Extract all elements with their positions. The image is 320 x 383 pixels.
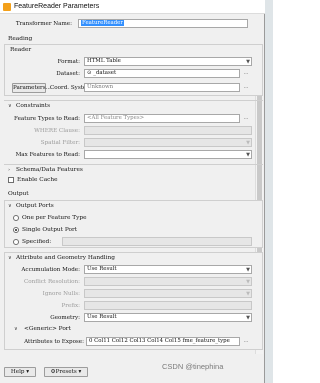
feature-types-value: <All Feature Types> <box>87 115 145 121</box>
coord-system-value: Unknown <box>87 84 114 90</box>
constraints-header: Constraints <box>16 103 51 109</box>
watermark: CSDN @tinephina <box>162 362 224 371</box>
window-title: FeatureReader Parameters <box>14 3 100 10</box>
transformer-name-label: Transformer Name: <box>15 21 72 27</box>
geometry-value: Use Result <box>87 314 117 320</box>
chevron-down-icon: ▼ <box>246 291 250 297</box>
where-clause-label: WHERE Clause: <box>34 128 80 134</box>
chevron-down-icon: ▼ <box>246 315 250 321</box>
radio-label: One per Feature Type <box>22 215 87 221</box>
ignore-nulls-select: ▼ <box>84 289 252 298</box>
format-select[interactable]: HTML Table ▼ <box>84 57 252 66</box>
output-ports-header: Output Ports <box>16 203 54 209</box>
chevron-down-icon: ▾ <box>26 369 30 375</box>
dataset-field[interactable]: ⊙ _dataset <box>84 69 240 78</box>
radio-label: Specified: <box>22 239 52 245</box>
coord-system-field[interactable]: Unknown <box>84 83 240 92</box>
chevron-down-icon: ▼ <box>246 140 250 146</box>
spatial-filter-select: ▼ <box>84 138 252 147</box>
radio-specified[interactable] <box>13 239 19 245</box>
ignore-nulls-label: Ignore Nulls: <box>42 291 80 297</box>
transformer-name-field[interactable]: FeatureReader <box>78 19 248 28</box>
geometry-select[interactable]: Use Result ▼ <box>84 313 252 322</box>
chevron-down-icon: ▼ <box>246 59 250 65</box>
enable-cache-checkbox[interactable] <box>8 177 14 183</box>
dataset-label: Dataset: <box>56 71 80 77</box>
conflict-resolution-label: Conflict Resolution: <box>24 279 80 285</box>
output-section-title: Output <box>8 191 29 197</box>
chevron-down-icon[interactable]: ∨ <box>8 202 12 210</box>
feature-types-browse-button[interactable]: … <box>243 114 249 123</box>
help-button[interactable]: Help ▾ <box>4 367 36 377</box>
max-features-select[interactable]: ▼ <box>84 150 252 159</box>
reader-header: Reader <box>10 47 32 53</box>
dialog: FeatureReader Parameters Transformer Nam… <box>0 0 265 383</box>
prefix-label: Prefix: <box>61 303 80 309</box>
feature-types-field[interactable]: <All Feature Types> <box>84 114 240 123</box>
format-label: Format: <box>57 59 80 65</box>
generic-port-header: <Generic> Port <box>24 326 71 332</box>
accumulation-mode-value: Use Result <box>87 266 117 272</box>
max-features-label: Max Features to Read: <box>15 152 80 158</box>
radio-label: Single Output Port <box>22 227 78 233</box>
attributes-to-expose-value: 0 Col11 Col12 Col13 Col14 Col15 fme_feat… <box>89 338 230 344</box>
chevron-down-icon[interactable]: ∨ <box>8 254 12 262</box>
spatial-filter-label: Spatial Filter: <box>40 140 80 146</box>
format-value: HTML Table <box>87 58 121 64</box>
accumulation-mode-select[interactable]: Use Result ▼ <box>84 265 252 274</box>
schema-header: Schema/Data Features <box>16 167 83 173</box>
radio-single-output-port[interactable] <box>13 227 19 233</box>
chevron-down-icon: ▾ <box>78 369 82 375</box>
chevron-down-icon: ▼ <box>246 267 250 273</box>
attributes-browse-button[interactable]: … <box>243 337 249 346</box>
coord-system-label: Coord. System: <box>50 85 94 91</box>
prefix-field <box>84 301 252 310</box>
dataset-value: _dataset <box>93 70 117 76</box>
chevron-down-icon: ▼ <box>246 279 250 285</box>
conflict-resolution-select: ▼ <box>84 277 252 286</box>
attribute-geometry-header: Attribute and Geometry Handling <box>16 255 115 261</box>
parameters-button[interactable]: Parameters... <box>12 83 51 93</box>
attribute-value-icon: ⊙ <box>87 70 92 76</box>
dataset-browse-button[interactable]: … <box>243 69 249 78</box>
transformer-name-value: FeatureReader <box>81 20 124 26</box>
chevron-down-icon: ▼ <box>246 152 250 158</box>
geometry-label: Geometry: <box>50 315 80 321</box>
accumulation-mode-label: Accumulation Mode: <box>21 267 80 273</box>
chevron-down-icon[interactable]: ∨ <box>8 102 12 110</box>
background-canvas-edge <box>265 0 273 383</box>
attributes-to-expose-label: Attributes to Expose: <box>24 339 84 345</box>
radio-one-per-feature-type[interactable] <box>13 215 19 221</box>
where-clause-field <box>84 126 252 135</box>
reading-section-title: Reading <box>8 36 33 42</box>
specified-field <box>62 237 252 246</box>
enable-cache-label: Enable Cache <box>17 177 58 183</box>
chevron-down-icon[interactable]: ∨ <box>14 325 18 333</box>
feature-types-label: Feature Types to Read: <box>14 116 80 122</box>
attributes-to-expose-field[interactable]: 0 Col11 Col12 Col13 Col14 Col15 fme_feat… <box>86 337 240 346</box>
coord-system-browse-button[interactable]: … <box>243 83 249 92</box>
divider <box>4 164 263 165</box>
presets-button[interactable]: ⚙Presets ▾ <box>44 367 88 377</box>
divider <box>4 100 263 101</box>
app-icon <box>3 3 11 11</box>
help-label: Help <box>10 369 25 375</box>
title-bar: FeatureReader Parameters <box>0 0 265 14</box>
chevron-right-icon[interactable]: › <box>8 166 10 174</box>
presets-label: Presets <box>55 369 77 375</box>
